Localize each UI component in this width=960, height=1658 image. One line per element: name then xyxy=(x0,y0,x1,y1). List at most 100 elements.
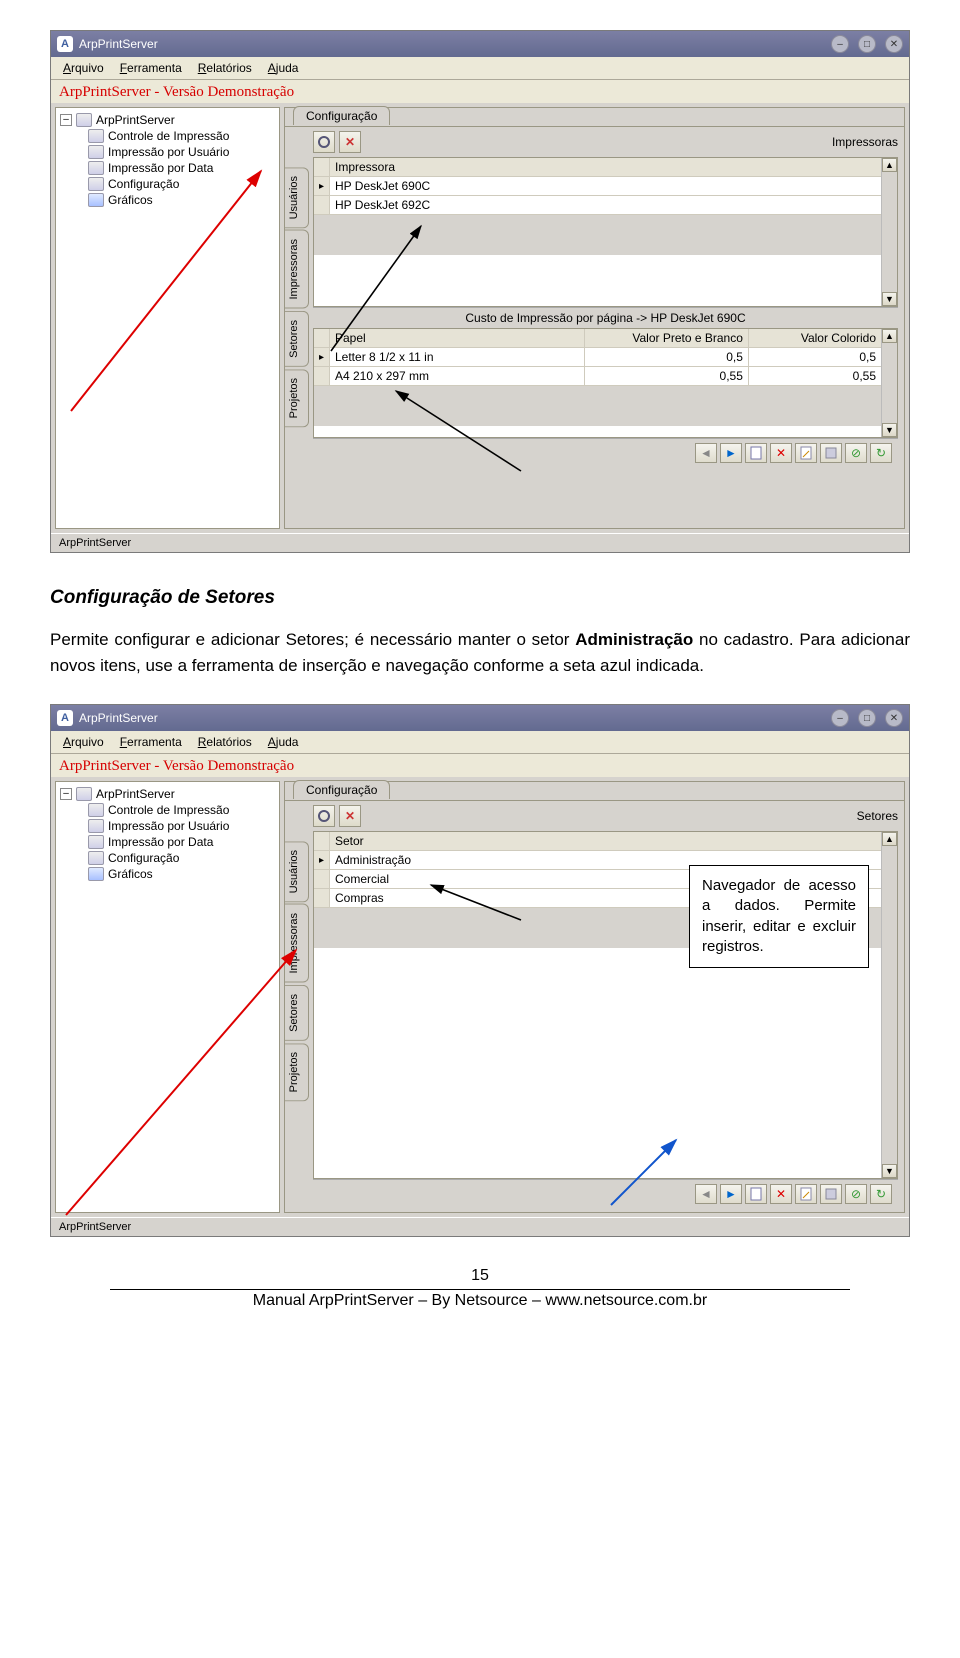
grid-col-setor[interactable]: Setor xyxy=(330,832,881,850)
side-tab-setores[interactable]: Setores xyxy=(285,311,309,367)
nav-delete-button[interactable]: ✕ xyxy=(770,1184,792,1204)
side-tab-projetos[interactable]: Projetos xyxy=(285,369,309,427)
toolbar-refresh-button[interactable] xyxy=(313,131,335,153)
grid-cell[interactable]: 0,55 xyxy=(749,367,881,385)
menu-relatorios[interactable]: Relatórios xyxy=(192,59,258,77)
nav-new-button[interactable] xyxy=(745,443,767,463)
tree-collapse-icon[interactable]: – xyxy=(60,788,72,800)
window-title: ArpPrintServer xyxy=(79,711,158,725)
tab-configuracao[interactable]: Configuração xyxy=(293,780,390,799)
grid-cell[interactable]: Letter 8 1/2 x 11 in xyxy=(330,348,585,366)
toolbar-delete-button[interactable]: ✕ xyxy=(339,131,361,153)
tree-item-label[interactable]: Gráficos xyxy=(108,193,153,207)
grid-cell[interactable]: A4 210 x 297 mm xyxy=(330,367,585,385)
tree-item-label[interactable]: Configuração xyxy=(108,851,179,865)
menu-arquivo[interactable]: Arquivo xyxy=(57,733,110,751)
tree-item-label[interactable]: Controle de Impressão xyxy=(108,129,229,143)
grid-col-papel[interactable]: Papel xyxy=(330,329,585,347)
printer-icon xyxy=(88,803,104,817)
menu-ferramenta[interactable]: Ferramenta xyxy=(114,59,188,77)
nav-new-button[interactable] xyxy=(745,1184,767,1204)
nav-tree[interactable]: – ArpPrintServer Controle de Impressão I… xyxy=(55,107,280,529)
nav-edit-button[interactable] xyxy=(795,1184,817,1204)
menu-relatorios[interactable]: Relatórios xyxy=(192,733,258,751)
scrollbar[interactable]: ▲ ▼ xyxy=(881,832,897,1178)
callout-box: Navegador de acesso a dados. Permite ins… xyxy=(689,865,869,968)
row-current-icon: ▸ xyxy=(314,177,330,195)
nav-tree[interactable]: – ArpPrintServer Controle de Impressão I… xyxy=(55,781,280,1213)
scroll-down-icon[interactable]: ▼ xyxy=(882,1164,897,1178)
tree-item-label[interactable]: Impressão por Data xyxy=(108,835,213,849)
printers-grid[interactable]: Impressora ▸ HP DeskJet 690C HP DeskJet … xyxy=(314,158,881,306)
toolbar-refresh-button[interactable] xyxy=(313,805,335,827)
nav-cancel-button[interactable]: ⊘ xyxy=(845,1184,867,1204)
nav-next-button[interactable]: ► xyxy=(720,1184,742,1204)
side-tab-usuarios[interactable]: Usuários xyxy=(285,841,309,902)
side-tab-projetos[interactable]: Projetos xyxy=(285,1043,309,1101)
close-button[interactable]: ✕ xyxy=(885,35,903,53)
menu-ferramenta[interactable]: Ferramenta xyxy=(114,733,188,751)
tab-configuracao[interactable]: Configuração xyxy=(293,106,390,125)
menu-arquivo[interactable]: Arquivo xyxy=(57,59,110,77)
nav-save-button[interactable] xyxy=(820,1184,842,1204)
side-tab-impressoras[interactable]: Impressoras xyxy=(285,230,309,309)
para-segment: Permite configurar e adicionar Setores; … xyxy=(50,630,575,649)
nav-delete-button[interactable]: ✕ xyxy=(770,443,792,463)
minimize-button[interactable]: – xyxy=(831,709,849,727)
side-tab-setores[interactable]: Setores xyxy=(285,985,309,1041)
tree-collapse-icon[interactable]: – xyxy=(60,114,72,126)
row-current-icon: ▸ xyxy=(314,851,330,869)
status-bar: ArpPrintServer xyxy=(51,1217,909,1236)
tree-item-label[interactable]: Configuração xyxy=(108,177,179,191)
minimize-button[interactable]: – xyxy=(831,35,849,53)
nav-prev-button[interactable]: ◄ xyxy=(695,443,717,463)
side-tab-impressoras[interactable]: Impressoras xyxy=(285,904,309,983)
nav-prev-button[interactable]: ◄ xyxy=(695,1184,717,1204)
scroll-up-icon[interactable]: ▲ xyxy=(882,832,897,846)
scroll-up-icon[interactable]: ▲ xyxy=(882,158,897,172)
printer-icon xyxy=(88,145,104,159)
chart-icon xyxy=(88,867,104,881)
tree-item-label[interactable]: Impressão por Data xyxy=(108,161,213,175)
tree-root-label[interactable]: ArpPrintServer xyxy=(96,787,175,801)
nav-next-button[interactable]: ► xyxy=(720,443,742,463)
menu-ajuda[interactable]: Ajuda xyxy=(262,59,305,77)
nav-refresh-button[interactable]: ↻ xyxy=(870,1184,892,1204)
scroll-down-icon[interactable]: ▼ xyxy=(882,423,897,437)
scroll-up-icon[interactable]: ▲ xyxy=(882,329,897,343)
grid-col-color[interactable]: Valor Colorido xyxy=(749,329,881,347)
tree-item-label[interactable]: Impressão por Usuário xyxy=(108,145,229,159)
tree-item-label[interactable]: Controle de Impressão xyxy=(108,803,229,817)
printer-icon xyxy=(88,819,104,833)
grid-col-impressora[interactable]: Impressora xyxy=(330,158,881,176)
tree-root-label[interactable]: ArpPrintServer xyxy=(96,113,175,127)
grid-col-bw[interactable]: Valor Preto e Branco xyxy=(585,329,749,347)
nav-save-button[interactable] xyxy=(820,443,842,463)
grid-cell[interactable]: 0,5 xyxy=(585,348,749,366)
pencil-icon xyxy=(800,446,812,460)
toolbar-delete-button[interactable]: ✕ xyxy=(339,805,361,827)
menu-ajuda[interactable]: Ajuda xyxy=(262,733,305,751)
maximize-button[interactable]: □ xyxy=(858,35,876,53)
nav-refresh-button[interactable]: ↻ xyxy=(870,443,892,463)
gear-icon xyxy=(88,851,104,865)
scrollbar[interactable]: ▲ ▼ xyxy=(881,329,897,437)
refresh-icon xyxy=(317,135,331,149)
nav-cancel-button[interactable]: ⊘ xyxy=(845,443,867,463)
grid-cell[interactable]: HP DeskJet 692C xyxy=(330,196,881,214)
tree-item-label[interactable]: Impressão por Usuário xyxy=(108,819,229,833)
scrollbar[interactable]: ▲ ▼ xyxy=(881,158,897,306)
side-tab-usuarios[interactable]: Usuários xyxy=(285,167,309,228)
scroll-down-icon[interactable]: ▼ xyxy=(882,292,897,306)
tree-item-label[interactable]: Gráficos xyxy=(108,867,153,881)
nav-edit-button[interactable] xyxy=(795,443,817,463)
grid-cell[interactable]: HP DeskJet 690C xyxy=(330,177,881,195)
maximize-button[interactable]: □ xyxy=(858,709,876,727)
record-nav-toolbar: ◄ ► ✕ ⊘ ↻ xyxy=(313,1179,898,1208)
printer-icon xyxy=(88,835,104,849)
cost-grid[interactable]: Papel Valor Preto e Branco Valor Colorid… xyxy=(314,329,881,437)
grid-cell[interactable]: 0,5 xyxy=(749,348,881,366)
close-button[interactable]: ✕ xyxy=(885,709,903,727)
doc-heading: Configuração de Setores xyxy=(50,587,910,609)
grid-cell[interactable]: 0,55 xyxy=(585,367,749,385)
